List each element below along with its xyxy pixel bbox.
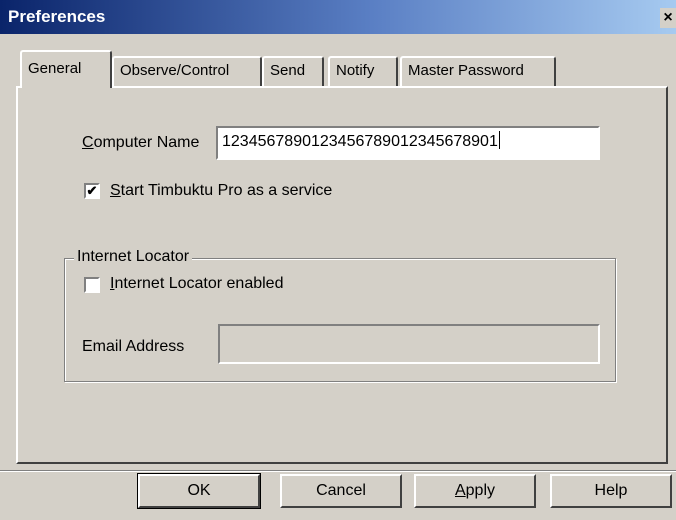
tab-observe-control-label: Observe/Control xyxy=(120,62,230,79)
tab-general[interactable]: General xyxy=(20,50,112,88)
tab-send-label: Send xyxy=(270,62,306,79)
window-title: Preferences xyxy=(8,7,106,26)
ok-button[interactable]: OK xyxy=(137,473,261,509)
tab-notify-label: Notify xyxy=(336,62,375,79)
computer-name-label: Computer Name xyxy=(82,134,200,151)
cancel-button[interactable]: Cancel xyxy=(280,474,402,508)
internet-locator-enabled-checkbox[interactable] xyxy=(84,277,100,293)
tab-master-password[interactable]: Master Password xyxy=(400,56,556,86)
close-icon[interactable]: × xyxy=(660,8,676,28)
internet-locator-group-title: Internet Locator xyxy=(74,248,193,266)
button-separator xyxy=(0,470,676,472)
apply-button[interactable]: Apply xyxy=(414,474,536,508)
internet-locator-enabled-label: Internet Locator enabled xyxy=(110,275,284,292)
start-as-service-label: Start Timbuktu Pro as a service xyxy=(110,182,333,199)
help-button[interactable]: Help xyxy=(550,474,672,508)
email-address-label: Email Address xyxy=(82,338,185,355)
title-bar: Preferences × xyxy=(0,0,676,34)
tab-master-password-label: Master Password xyxy=(408,62,524,79)
tab-general-label: General xyxy=(28,60,82,77)
tab-observe-control[interactable]: Observe/Control xyxy=(112,56,262,86)
email-address-input[interactable] xyxy=(218,324,600,364)
start-as-service-checkbox[interactable]: ✔ xyxy=(84,183,100,199)
computer-name-value: 1234567890123456789012345678901 xyxy=(222,133,498,150)
text-caret xyxy=(498,131,500,149)
tab-notify[interactable]: Notify xyxy=(328,56,398,86)
checkmark-icon: ✔ xyxy=(86,183,98,198)
computer-name-input[interactable]: 1234567890123456789012345678901 xyxy=(216,126,600,160)
tab-send[interactable]: Send xyxy=(262,56,324,86)
